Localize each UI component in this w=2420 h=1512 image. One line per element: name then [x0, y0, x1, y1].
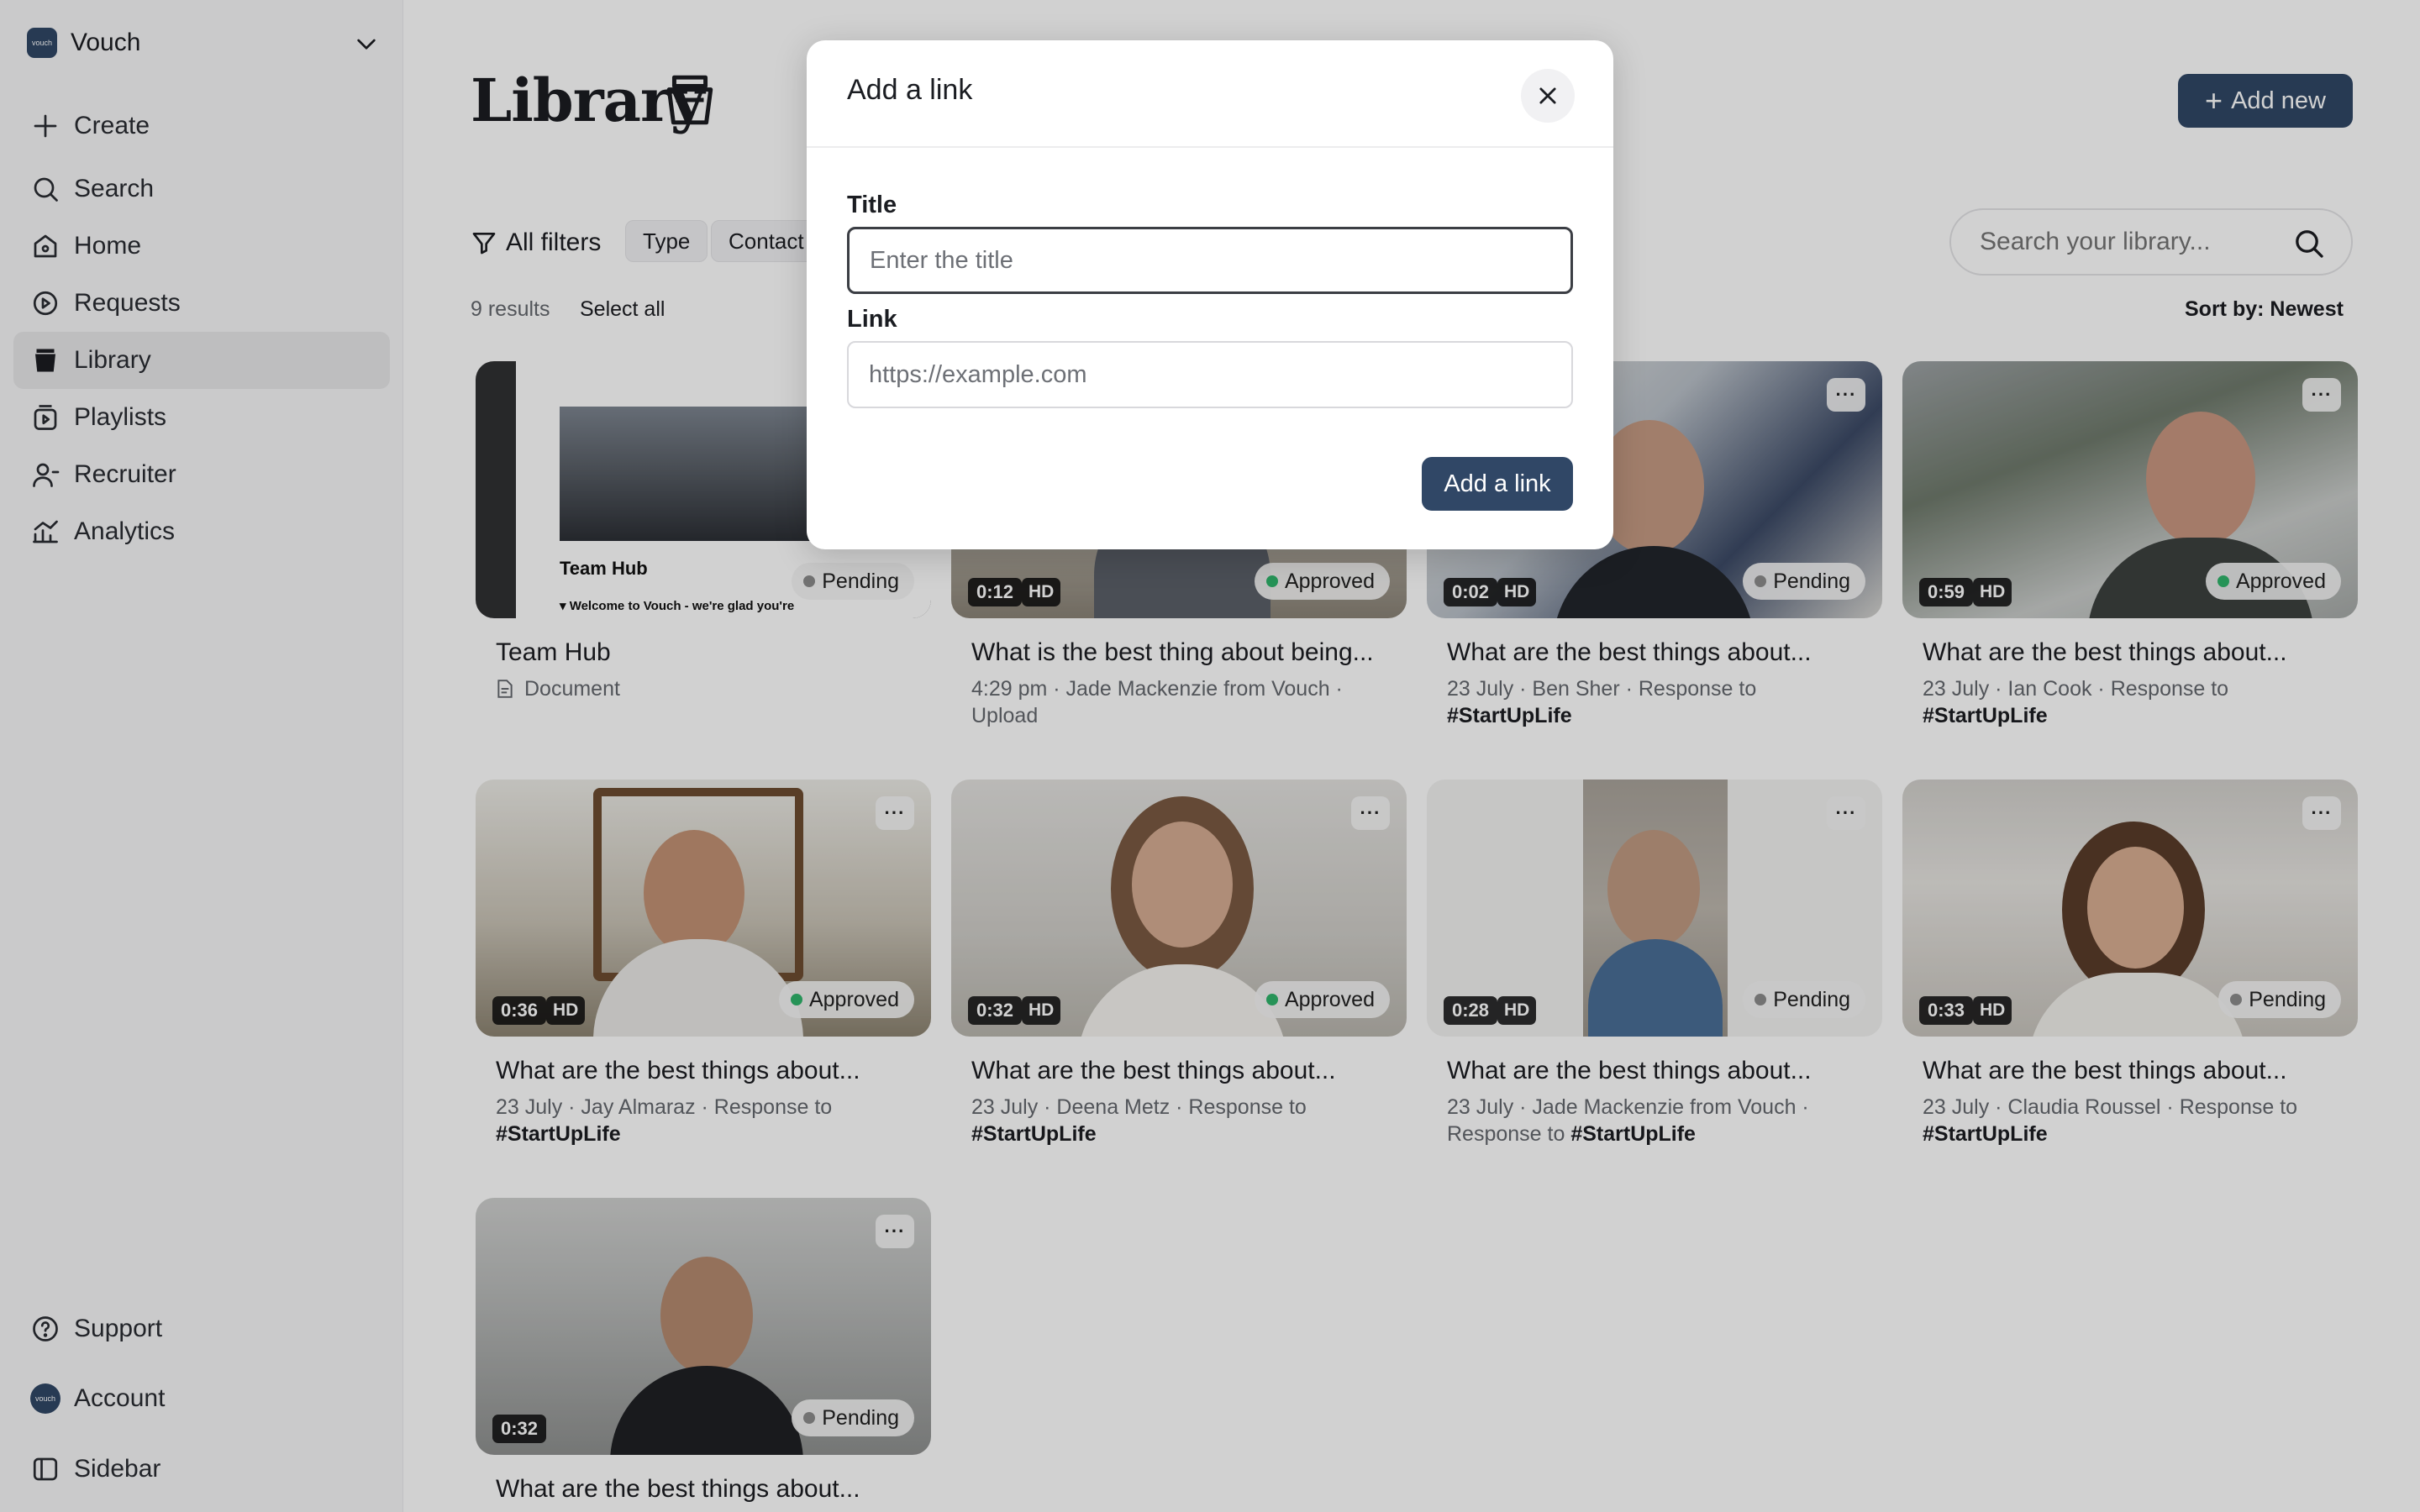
dialog-title: Add a link — [847, 74, 973, 106]
link-label: Link — [847, 306, 897, 333]
title-input[interactable] — [847, 227, 1573, 294]
add-link-dialog: Add a link Title Link Add a link — [807, 40, 1613, 549]
link-input[interactable] — [847, 341, 1573, 408]
close-button[interactable] — [1521, 69, 1575, 123]
dialog-header: Add a link — [807, 40, 1613, 148]
close-icon — [1539, 87, 1556, 104]
title-label: Title — [847, 192, 897, 218]
add-link-button[interactable]: Add a link — [1422, 457, 1573, 511]
